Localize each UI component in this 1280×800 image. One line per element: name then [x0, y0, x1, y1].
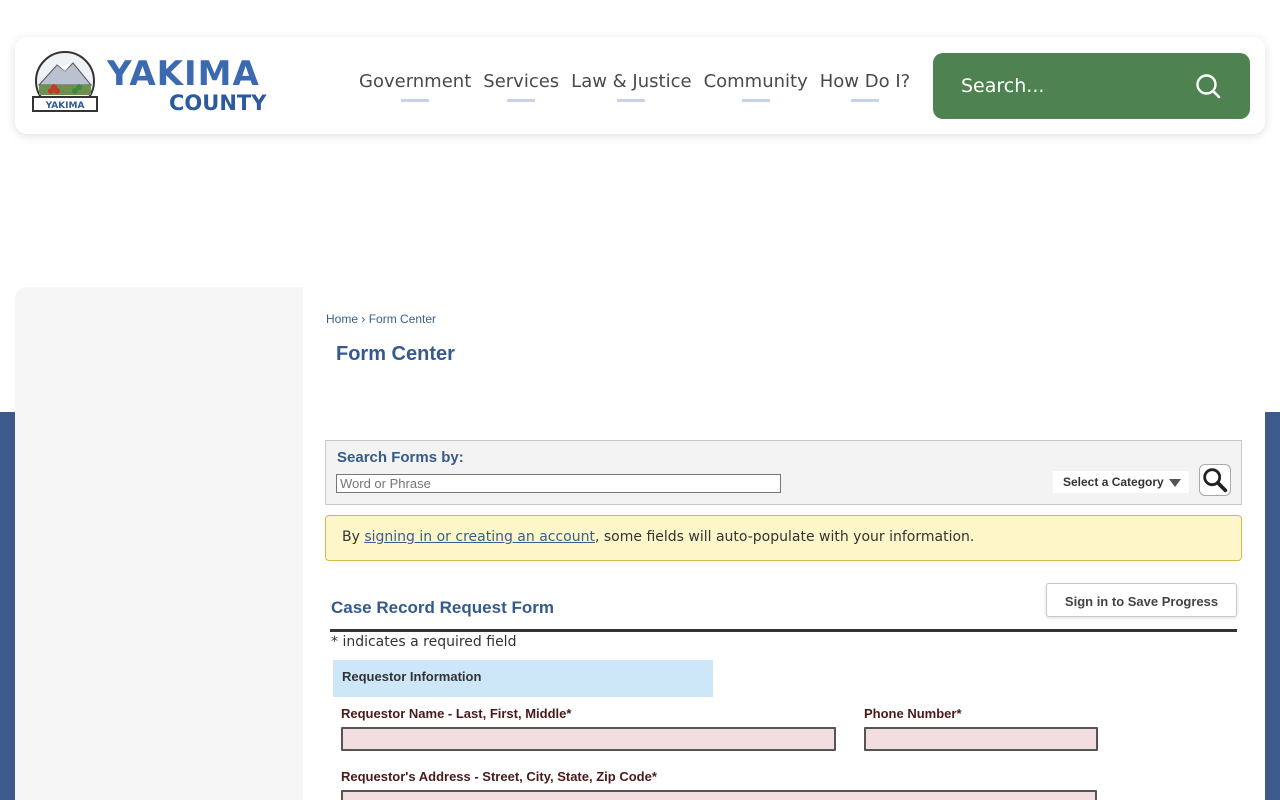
signin-notice: By signing in or creating an account, so…: [325, 515, 1242, 561]
nav-underline: [507, 99, 536, 102]
page-title: Form Center: [336, 343, 455, 365]
nav-label: Law & Justice: [571, 71, 692, 92]
logo-subtitle: COUNTY: [169, 91, 267, 115]
svg-text:YAKIMA: YAKIMA: [45, 101, 85, 111]
requestor-address-label: Requestor's Address - Street, City, Stat…: [341, 769, 657, 784]
nav-label: Services: [483, 71, 560, 92]
site-header: YAKIMA YAKIMA COUNTY Government Services…: [15, 37, 1265, 134]
nav-government[interactable]: Government: [359, 71, 472, 102]
logo-wordmark: YAKIMA: [107, 54, 260, 94]
site-logo[interactable]: YAKIMA YAKIMA COUNTY: [29, 51, 339, 121]
nav-community[interactable]: Community: [703, 71, 808, 102]
nav-label: Community: [703, 71, 808, 92]
form-search-panel: Search Forms by: Select a Category: [325, 440, 1242, 505]
notice-suffix: , some fields will auto-populate with yo…: [594, 529, 975, 545]
nav-underline: [741, 99, 770, 102]
form-search-button[interactable]: [1199, 464, 1231, 496]
main-nav: Government Services Law & Justice Commun…: [359, 71, 911, 102]
breadcrumb: Home › Form Center: [326, 312, 436, 326]
breadcrumb-current[interactable]: Form Center: [369, 312, 436, 326]
breadcrumb-home[interactable]: Home: [326, 312, 358, 326]
nav-underline: [617, 99, 646, 102]
form-title: Case Record Request Form: [331, 598, 554, 617]
breadcrumb-separator: ›: [361, 312, 366, 326]
notice-prefix: By: [342, 529, 365, 545]
county-seal-icon: YAKIMA: [32, 51, 98, 112]
nav-services[interactable]: Services: [483, 71, 560, 102]
nav-underline: [401, 99, 430, 102]
category-select[interactable]: Select a Category: [1053, 471, 1189, 493]
nav-underline: [850, 99, 879, 102]
form-search-label: Search Forms by:: [337, 449, 464, 466]
section-header: Requestor Information: [333, 660, 713, 697]
form-search-input[interactable]: [336, 474, 781, 493]
requestor-name-label: Requestor Name - Last, First, Middle*: [341, 706, 572, 721]
phone-number-field[interactable]: [864, 727, 1098, 751]
magnifier-icon: [1203, 468, 1228, 493]
required-note: * indicates a required field: [331, 634, 517, 650]
site-search: [933, 53, 1250, 119]
side-panel: [15, 287, 303, 800]
nav-label: How Do I?: [819, 71, 911, 92]
site-search-input[interactable]: [961, 73, 1181, 99]
phone-number-label: Phone Number*: [864, 706, 962, 721]
chevron-down-icon: [1169, 479, 1181, 487]
requestor-address-field[interactable]: [341, 790, 1097, 800]
nav-how-do-i[interactable]: How Do I?: [819, 71, 911, 102]
save-progress-button[interactable]: Sign in to Save Progress: [1046, 583, 1237, 617]
requestor-name-field[interactable]: [341, 727, 836, 751]
nav-law-justice[interactable]: Law & Justice: [571, 71, 692, 102]
category-select-label: Select a Category: [1063, 475, 1164, 489]
form-divider: [330, 629, 1237, 632]
search-icon[interactable]: [1195, 73, 1221, 99]
nav-label: Government: [359, 71, 472, 92]
signin-link[interactable]: signing in or creating an account: [364, 529, 595, 545]
main-content: Home › Form Center Form Center Search Fo…: [303, 287, 1265, 800]
